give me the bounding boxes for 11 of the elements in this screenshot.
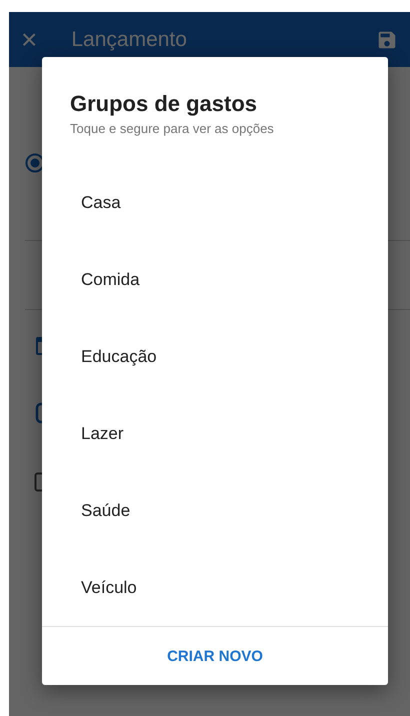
dialog-title: Grupos de gastos [70,91,258,117]
list-item[interactable]: Comida [42,241,388,318]
list-item[interactable]: Lazer [42,395,388,472]
list-item[interactable]: Casa [42,164,388,241]
list-item[interactable]: Saúde [42,472,388,549]
dialog-subtitle: Toque e segure para ver as opções [70,121,275,136]
create-button[interactable]: CRIAR NOVO [155,640,275,672]
screen-title: Lançamento [71,28,188,52]
list-item[interactable]: Educação [42,318,388,395]
list-item[interactable]: Veículo [42,549,388,626]
radio-button[interactable] [25,153,45,173]
